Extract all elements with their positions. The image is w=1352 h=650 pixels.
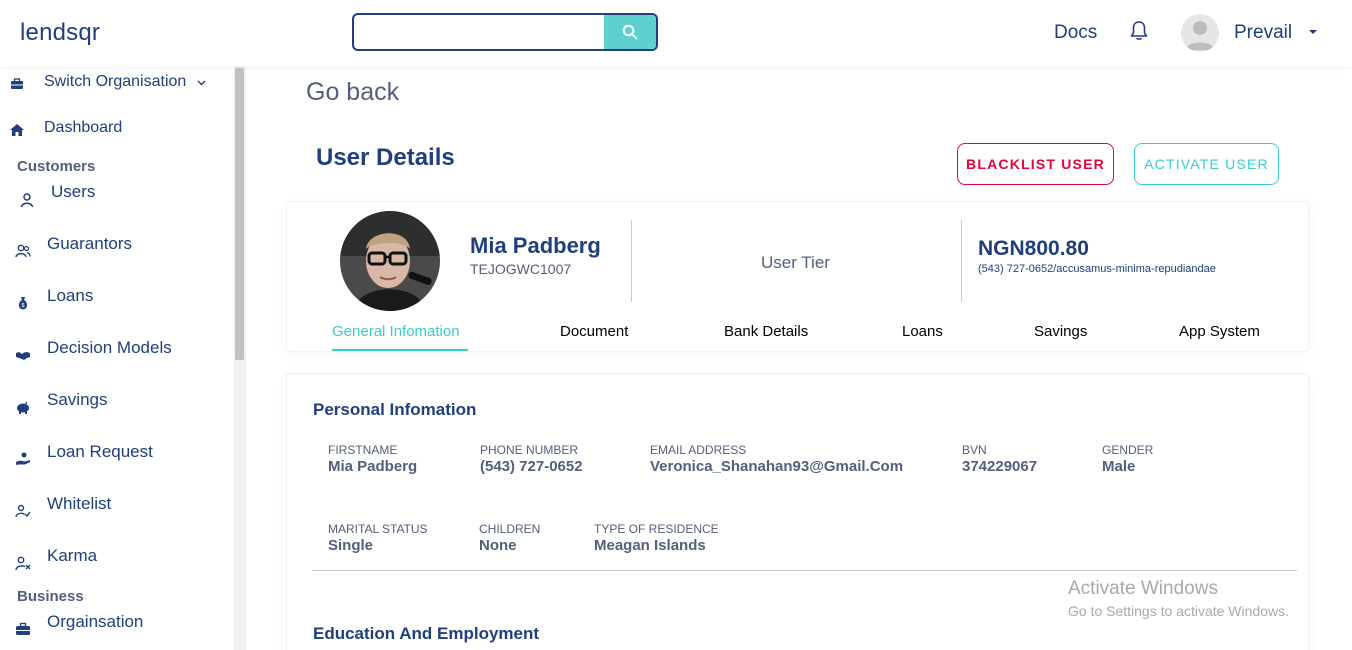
briefcase-icon xyxy=(11,78,23,89)
field-value-firstname: Mia Padberg xyxy=(328,458,418,475)
user-check-icon xyxy=(15,504,31,518)
sidebar-item-guarantors[interactable]: Guarantors xyxy=(0,232,220,260)
tab-bank-details[interactable]: Bank Details xyxy=(724,323,808,340)
activate-user-button[interactable]: ACTIVATE USER xyxy=(1134,143,1279,185)
switch-organisation[interactable]: Switch Organisation xyxy=(0,68,220,96)
divider xyxy=(631,220,632,302)
field-label-residence: TYPE OF RESIDENCE xyxy=(594,522,719,536)
search-icon xyxy=(622,24,638,40)
user-photo xyxy=(340,211,440,311)
section-divider xyxy=(312,570,1297,571)
user-code: TEJOGWC1007 xyxy=(470,261,572,277)
field-label-phone: PHONE NUMBER xyxy=(480,443,579,457)
chevron-down-icon[interactable] xyxy=(1309,30,1317,34)
search-button[interactable] xyxy=(604,15,656,49)
tab-app-system[interactable]: App System xyxy=(1179,323,1260,340)
tab-savings[interactable]: Savings xyxy=(1034,323,1087,340)
docs-link[interactable]: Docs xyxy=(1054,22,1097,44)
field-label-marital-status: MARITAL STATUS xyxy=(328,522,428,536)
section-title-business: Business xyxy=(17,588,84,605)
user-photo-image xyxy=(340,211,440,311)
user-avatar-icon xyxy=(1186,21,1214,50)
sidebar-item-label: Decision Models xyxy=(47,338,172,357)
field-label-firstname: FIRSTNAME xyxy=(328,443,398,457)
sidebar-item-label: Dashboard xyxy=(44,119,123,136)
field-value-marital-status: Single xyxy=(328,537,374,554)
search-input[interactable] xyxy=(354,15,606,49)
sidebar-item-dashboard[interactable]: Dashboard xyxy=(0,114,220,142)
field-value-children: None xyxy=(479,537,517,554)
tab-general-information[interactable]: General Infomation xyxy=(332,323,460,340)
activate-windows-subtitle: Go to Settings to activate Windows. xyxy=(1068,603,1289,619)
user-name: Mia Padberg xyxy=(470,233,601,258)
switch-organisation-label: Switch Organisation xyxy=(44,73,187,90)
field-label-email: EMAIL ADDRESS xyxy=(650,443,747,457)
home-icon xyxy=(10,124,24,136)
field-value-bvn: 374229067 xyxy=(962,458,1038,475)
briefcase-icon xyxy=(16,622,30,635)
sack-icon: $ xyxy=(18,297,28,310)
search-bar xyxy=(352,13,658,51)
sidebar-item-label: Users xyxy=(51,182,96,201)
tab-loans[interactable]: Loans xyxy=(902,323,943,340)
blacklist-user-button[interactable]: BLACKLIST USER xyxy=(957,143,1114,185)
chevron-down-icon xyxy=(197,80,206,86)
sidebar-item-label: Karma xyxy=(47,546,98,565)
svg-text:$: $ xyxy=(21,302,25,309)
field-value-gender: Male xyxy=(1102,458,1136,475)
activate-windows-title: Activate Windows xyxy=(1068,578,1218,599)
handshake-icon xyxy=(16,352,30,360)
user-tier-label: User Tier xyxy=(761,253,830,272)
top-bar: lendsqr Docs Prevail xyxy=(0,0,1352,66)
sidebar-item-whitelist[interactable]: Whitelist xyxy=(0,492,220,520)
piggy-bank-icon xyxy=(17,401,29,414)
field-label-gender: GENDER xyxy=(1102,443,1154,457)
field-value-phone: (543) 727-0652 xyxy=(480,458,583,475)
sidebar-item-karma[interactable]: Karma xyxy=(0,544,220,572)
sidebar-item-label: Loans xyxy=(47,286,94,305)
tab-document[interactable]: Document xyxy=(560,323,628,340)
sidebar-scrollbar-thumb[interactable] xyxy=(235,68,244,360)
field-label-bvn: BVN xyxy=(962,443,987,457)
sidebar-item-label: Orgainsation xyxy=(47,612,144,631)
section-title-customers: Customers xyxy=(17,158,96,175)
sidebar-item-savings[interactable]: Savings xyxy=(0,388,220,416)
section-heading-personal: Personal Infomation xyxy=(313,400,477,419)
bell-icon[interactable] xyxy=(1129,20,1149,42)
account-details: (543) 727-0652/accusamus-minima-repudian… xyxy=(978,263,1216,275)
sidebar-item-label: Loan Request xyxy=(47,442,153,461)
user-icon xyxy=(20,193,34,208)
sidebar-item-decision-models[interactable]: Decision Models xyxy=(0,336,220,364)
sidebar-item-organisation[interactable]: Orgainsation xyxy=(0,610,220,638)
username[interactable]: Prevail xyxy=(1234,22,1292,44)
sidebar-item-users[interactable]: Users xyxy=(0,180,220,208)
sidebar-item-loans[interactable]: $ Loans xyxy=(0,284,220,312)
field-value-email: Veronica_Shanahan93@Gmail.Com xyxy=(650,458,904,475)
field-value-residence: Meagan Islands xyxy=(594,537,706,554)
user-x-icon xyxy=(15,556,31,571)
sidebar-item-loan-request[interactable]: Loan Request xyxy=(0,440,220,468)
page-title: User Details xyxy=(316,144,455,171)
sidebar-item-label: Whitelist xyxy=(47,494,112,513)
section-heading-education: Education And Employment xyxy=(313,624,540,643)
account-balance: NGN800.80 xyxy=(978,237,1089,260)
sidebar-item-label: Guarantors xyxy=(47,234,133,253)
field-label-children: CHILDREN xyxy=(479,522,541,536)
avatar[interactable] xyxy=(1181,14,1219,52)
hand-coin-icon xyxy=(16,452,30,465)
divider xyxy=(961,220,962,302)
app-logo[interactable]: lendsqr xyxy=(20,19,100,47)
users-icon xyxy=(15,244,31,258)
sidebar-item-label: Savings xyxy=(47,390,108,409)
go-back-link[interactable]: Go back xyxy=(306,78,399,107)
active-tab-indicator xyxy=(332,349,468,351)
